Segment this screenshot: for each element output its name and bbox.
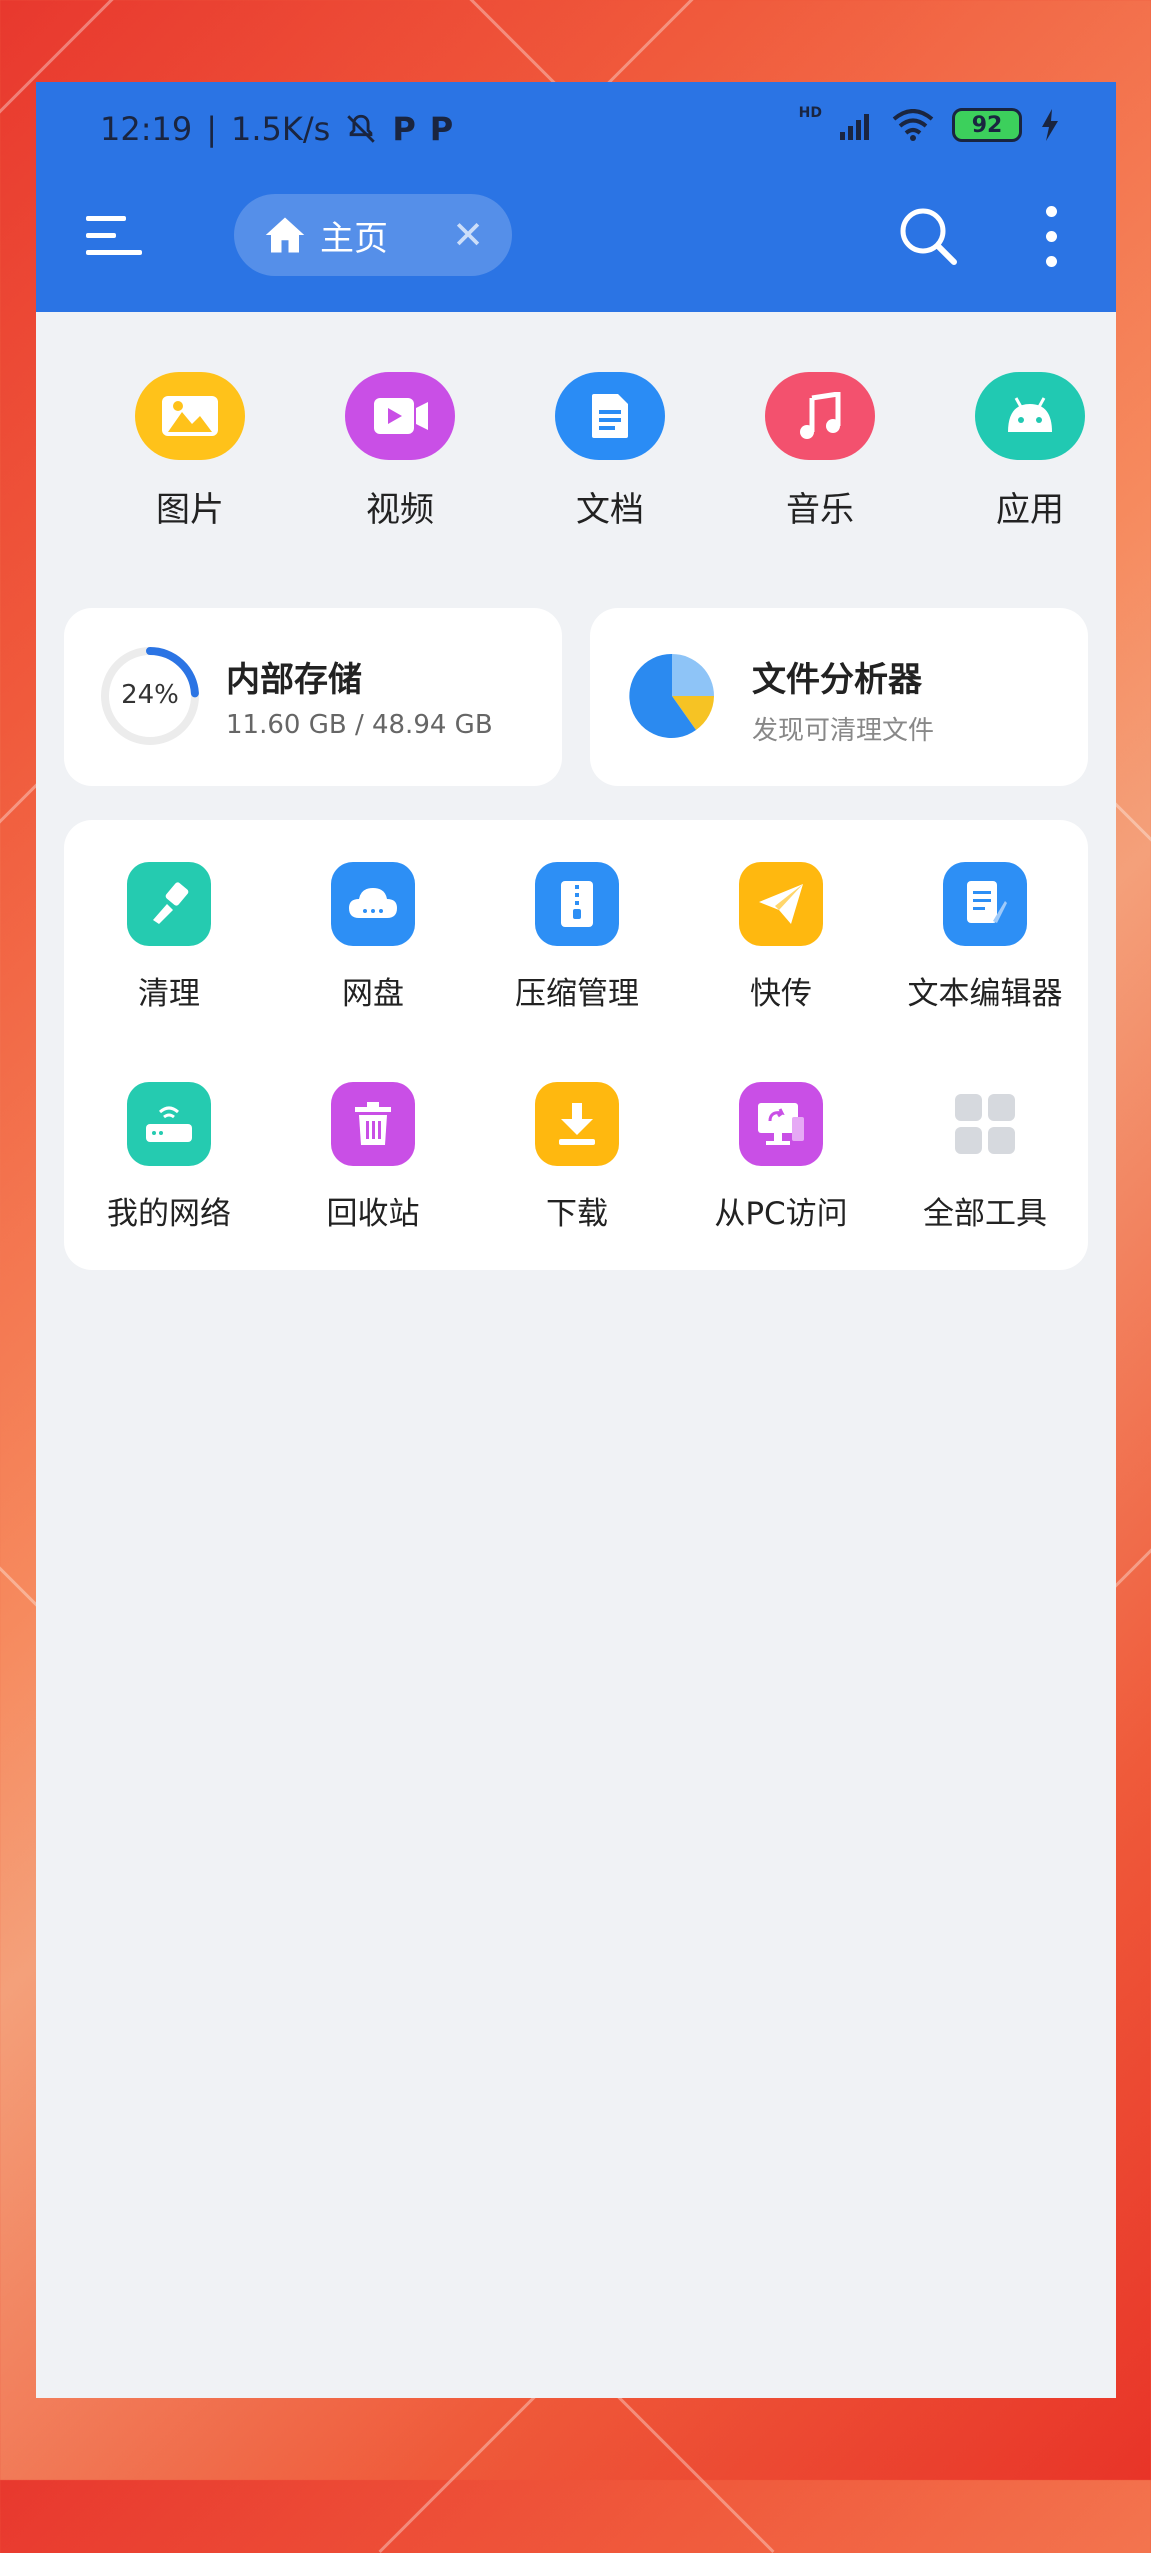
image-icon — [135, 372, 245, 460]
pie-chart-icon — [629, 653, 714, 738]
paper-plane-icon — [739, 862, 823, 946]
tool-recycle-bin[interactable]: 回收站 — [268, 1082, 478, 1233]
router-icon — [127, 1082, 211, 1166]
menu-icon[interactable] — [86, 212, 142, 260]
top-app-bar: 12:19 | 1.5K/s P P HD 92 主页 ✕ — [36, 82, 1116, 312]
tools-card: 清理 网盘 压缩管理 快传 文本编辑器 我的网络 回收站 下载 从PC访问 全部… — [64, 820, 1088, 1270]
category-apps[interactable]: 应用 — [940, 372, 1116, 531]
tool-zip-manager[interactable]: 压缩管理 — [472, 862, 682, 1013]
internal-storage-card[interactable]: 24% 内部存储 11.60 GB / 48.94 GB — [64, 608, 562, 786]
clean-brush-icon — [127, 862, 211, 946]
tool-cloud-drive[interactable]: 网盘 — [268, 862, 478, 1013]
storage-usage-text: 11.60 GB / 48.94 GB — [226, 710, 493, 740]
cloud-drive-icon — [331, 862, 415, 946]
tool-my-network[interactable]: 我的网络 — [64, 1082, 274, 1233]
search-icon[interactable] — [898, 206, 958, 266]
analyzer-title: 文件分析器 — [752, 660, 922, 700]
battery-indicator: 92 — [952, 108, 1022, 142]
zip-icon — [535, 862, 619, 946]
text-edit-icon — [943, 862, 1027, 946]
storage-usage-ring: 24% — [98, 644, 202, 748]
download-icon — [535, 1082, 619, 1166]
network-type: HD — [798, 105, 822, 121]
all-tools-grid-icon — [943, 1082, 1027, 1166]
tool-pc-access[interactable]: 从PC访问 — [676, 1082, 886, 1233]
video-icon — [345, 372, 455, 460]
tool-text-editor[interactable]: 文本编辑器 — [880, 862, 1090, 1013]
tool-all-tools[interactable]: 全部工具 — [880, 1082, 1090, 1233]
status-time: 12:19 — [100, 110, 193, 148]
category-documents[interactable]: 文档 — [520, 372, 700, 531]
tool-quick-transfer[interactable]: 快传 — [676, 862, 886, 1013]
trash-icon — [331, 1082, 415, 1166]
tab-home-label: 主页 — [320, 218, 388, 259]
signal-icon — [840, 114, 869, 140]
charging-icon — [1042, 109, 1058, 141]
home-icon — [265, 217, 305, 253]
music-icon — [765, 372, 875, 460]
network-speed: 1.5K/s — [231, 110, 331, 148]
category-row: 图片 视频 文档 音乐 应用 — [36, 372, 1116, 552]
tool-download[interactable]: 下载 — [472, 1082, 682, 1233]
phone-screen: 12:19 | 1.5K/s P P HD 92 主页 ✕ 图片 视频 文档 音… — [36, 82, 1116, 2398]
status-bar-left: 12:19 | 1.5K/s P P — [100, 110, 454, 148]
app-notification-icon-2: P — [429, 110, 454, 148]
tool-clean[interactable]: 清理 — [64, 862, 274, 1013]
more-options-icon[interactable] — [1046, 206, 1058, 268]
storage-title: 内部存储 — [226, 660, 362, 700]
wifi-icon — [892, 109, 934, 141]
category-videos[interactable]: 视频 — [310, 372, 490, 531]
status-bar-right: HD 92 — [798, 105, 1060, 142]
close-tab-icon[interactable]: ✕ — [452, 216, 484, 254]
app-notification-icon: P — [392, 110, 416, 148]
file-analyzer-card[interactable]: 文件分析器 发现可清理文件 — [590, 608, 1088, 786]
pc-access-icon — [739, 1082, 823, 1166]
category-images[interactable]: 图片 — [100, 372, 280, 531]
android-icon — [975, 372, 1085, 460]
document-icon — [555, 372, 665, 460]
tab-home[interactable]: 主页 ✕ — [234, 194, 512, 276]
storage-percent: 24% — [121, 680, 179, 710]
category-music[interactable]: 音乐 — [730, 372, 910, 531]
mute-bell-icon — [347, 114, 376, 143]
analyzer-subtitle: 发现可清理文件 — [752, 716, 935, 746]
